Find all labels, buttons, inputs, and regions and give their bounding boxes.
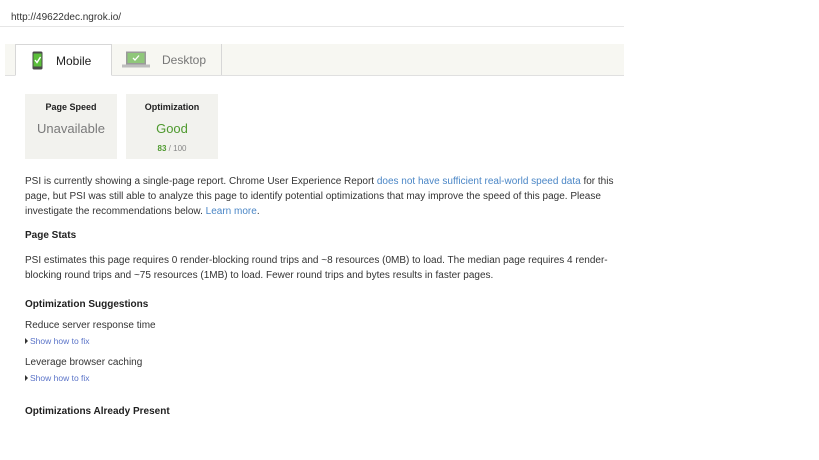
page-stats-heading: Page Stats: [25, 230, 77, 241]
optimization-title: Optimization: [144, 102, 200, 112]
page-speed-title: Page Speed: [45, 102, 97, 112]
crux-data-link[interactable]: does not have sufficient real-world spee…: [377, 176, 581, 187]
show-how-to-fix-label: Show how to fix: [30, 373, 90, 383]
suggestion-title: Reduce server response time: [25, 320, 156, 331]
optimization-suggestions-heading: Optimization Suggestions: [25, 299, 149, 310]
show-how-to-fix-label: Show how to fix: [30, 336, 90, 346]
optimization-card: Optimization Good 83 / 100: [126, 94, 218, 159]
tab-desktop[interactable]: Desktop: [112, 44, 222, 75]
show-how-to-fix-link[interactable]: Show how to fix: [25, 373, 90, 383]
optimization-score-max: / 100: [168, 144, 187, 153]
tab-mobile-label: Mobile: [56, 54, 92, 68]
device-tabs: Mobile Desktop: [5, 44, 624, 76]
url-text[interactable]: http://49622dec.ngrok.io/: [11, 12, 121, 23]
expand-triangle-icon: [25, 337, 28, 344]
expand-triangle-icon: [25, 374, 28, 381]
optimization-score: 83 / 100: [126, 144, 218, 153]
address-bar[interactable]: http://49622dec.ngrok.io/: [0, 6, 624, 27]
intro-paragraph: PSI is currently showing a single-page r…: [25, 174, 625, 219]
page-stats-text: PSI estimates this page requires 0 rende…: [25, 255, 608, 281]
page-speed-card: Page Speed Unavailable: [25, 94, 117, 159]
tab-desktop-label: Desktop: [162, 53, 207, 67]
mobile-phone-icon: [32, 51, 43, 70]
suggestion-title: Leverage browser caching: [25, 357, 143, 368]
intro-text-before-link: PSI is currently showing a single-page r…: [25, 176, 377, 187]
optimization-score-number: 83: [157, 144, 167, 153]
learn-more-link[interactable]: Learn more: [206, 206, 257, 217]
laptop-icon: [122, 51, 150, 68]
page-speed-value: Unavailable: [37, 121, 105, 136]
optimization-value: Good: [156, 121, 188, 136]
show-how-to-fix-link[interactable]: Show how to fix: [25, 336, 90, 346]
optimizations-already-present-heading: Optimizations Already Present: [25, 406, 170, 417]
tab-mobile[interactable]: Mobile: [15, 44, 112, 76]
intro-end: .: [256, 206, 260, 217]
